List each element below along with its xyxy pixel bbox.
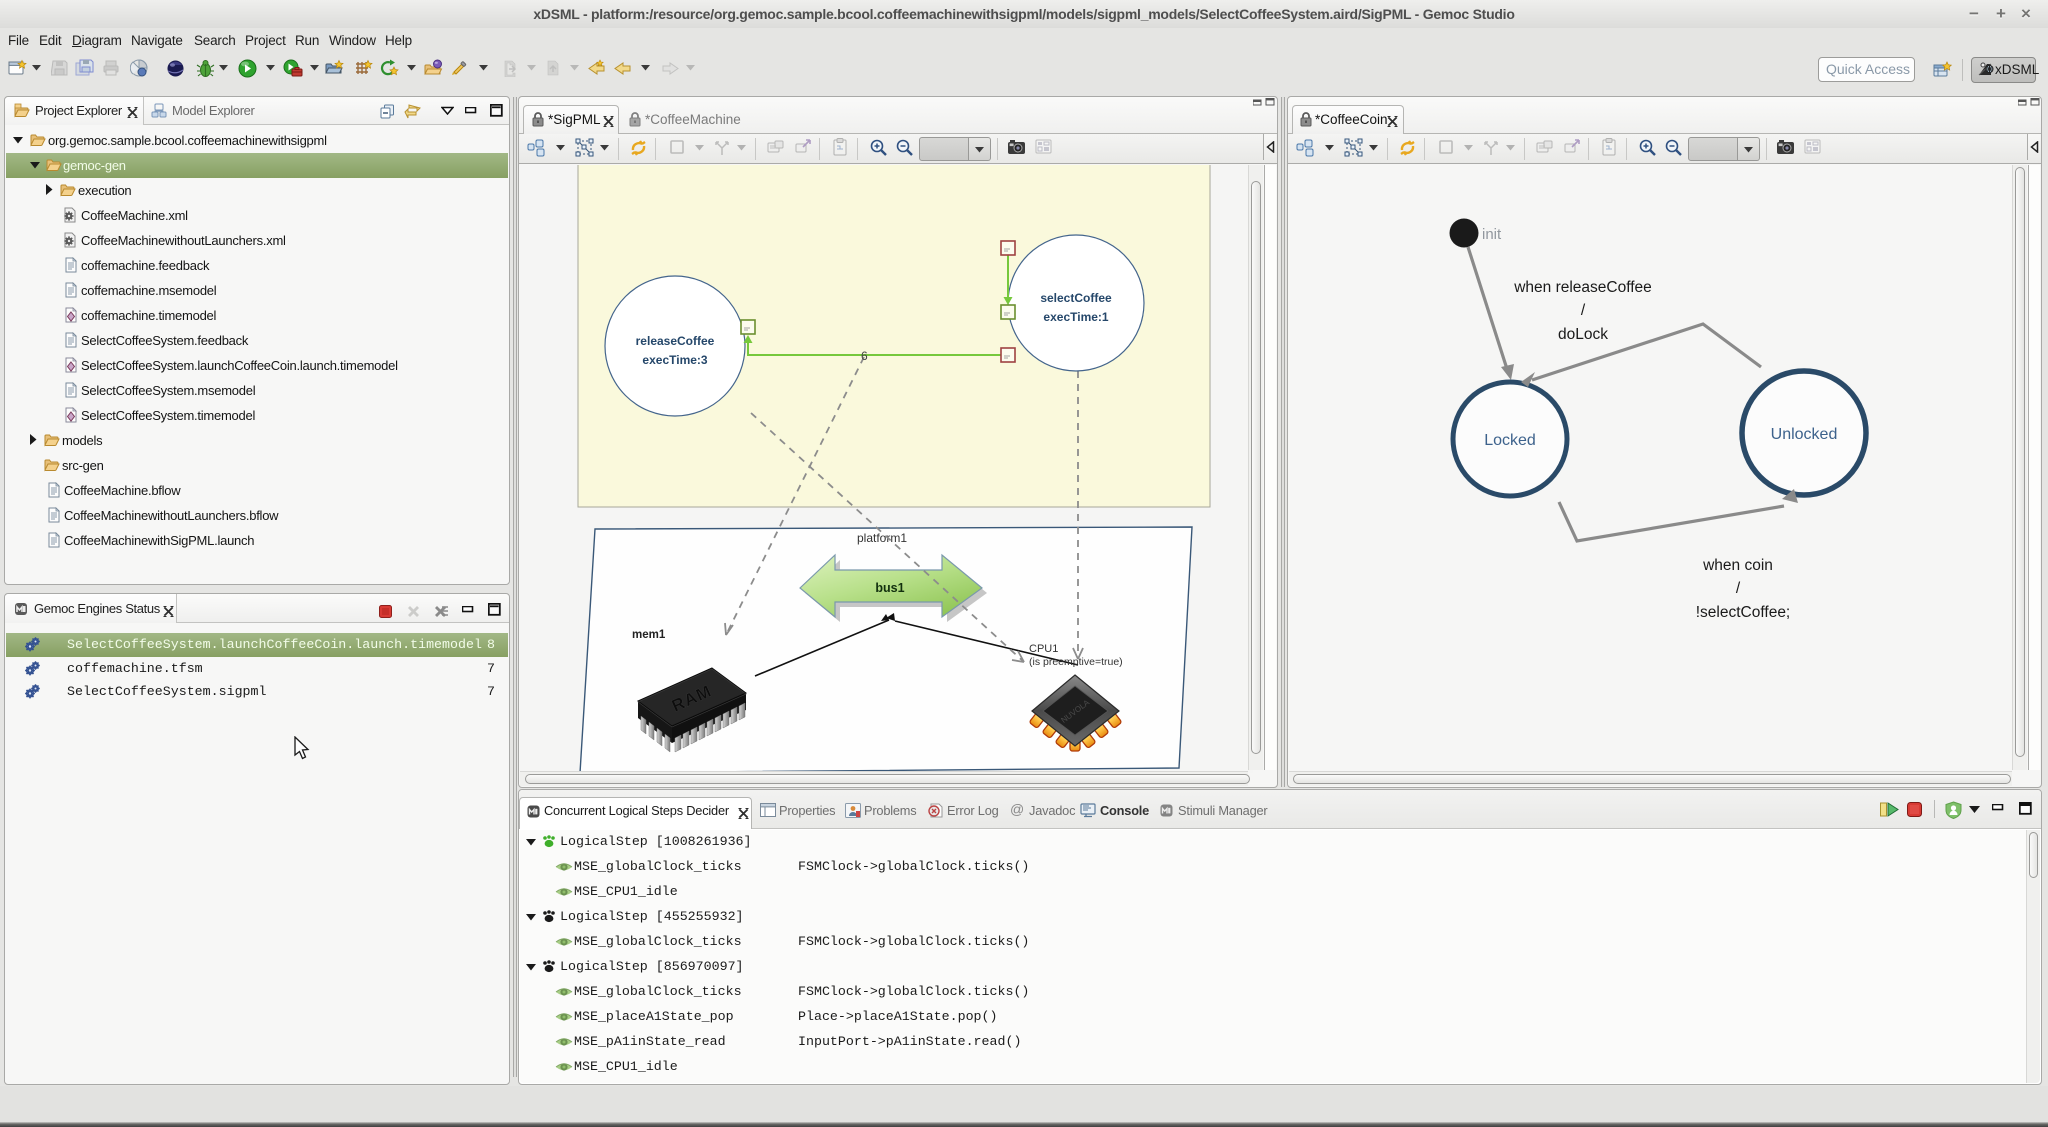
svg-text:when coin: when coin [1702, 557, 1773, 574]
svg-text:Locked: Locked [1484, 432, 1536, 449]
svg-text:mem1: mem1 [632, 629, 666, 641]
svg-text:6: 6 [861, 349, 868, 363]
svg-text:/: / [1581, 302, 1586, 319]
svg-text:/: / [1736, 580, 1741, 597]
svg-text:when releaseCoffee: when releaseCoffee [1513, 279, 1652, 296]
svg-text:doLock: doLock [1558, 326, 1608, 343]
svg-text:releaseCoffee: releaseCoffee [636, 334, 715, 348]
svg-text:(is preemptive=true): (is preemptive=true) [1029, 656, 1123, 668]
svg-text:Unlocked: Unlocked [1771, 426, 1838, 443]
svg-text:platform1: platform1 [857, 531, 907, 545]
svg-text:!selectCoffee;: !selectCoffee; [1696, 604, 1791, 621]
svg-text:execTime:1: execTime:1 [1043, 310, 1108, 324]
svg-text:execTime:3: execTime:3 [642, 353, 707, 367]
svg-text:bus1: bus1 [875, 581, 904, 595]
svg-text:CPU1: CPU1 [1029, 643, 1058, 655]
svg-text:init: init [1482, 226, 1502, 243]
svg-text:selectCoffee: selectCoffee [1040, 291, 1112, 305]
